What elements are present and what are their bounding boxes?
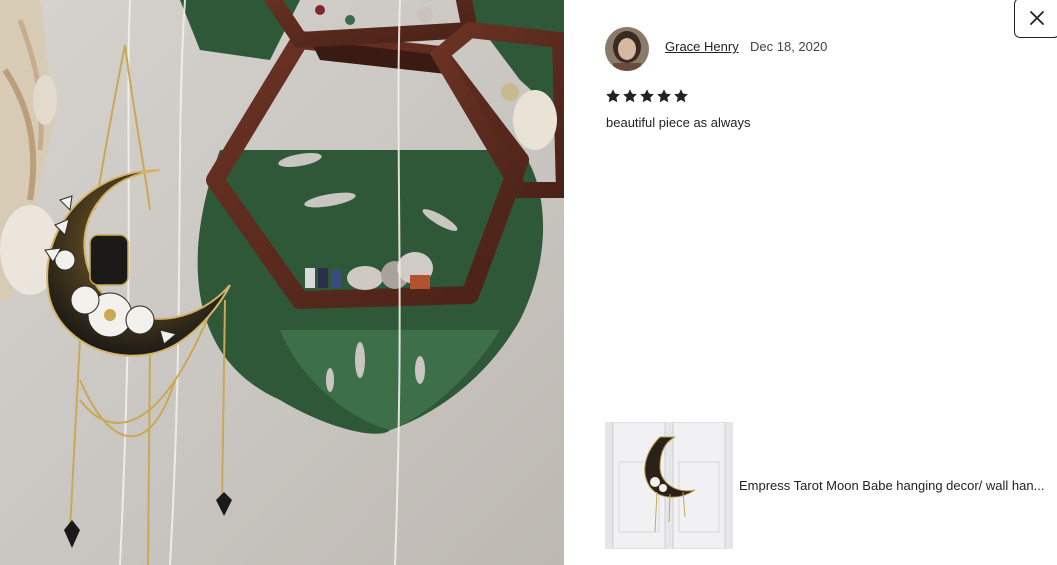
reviewer-avatar[interactable] — [605, 27, 649, 71]
close-button[interactable] — [1014, 0, 1057, 38]
close-icon — [1030, 11, 1044, 25]
star-rating — [605, 88, 689, 104]
item-title-link[interactable]: Empress Tarot Moon Babe hanging decor/ w… — [739, 478, 1055, 493]
review-text: beautiful piece as always — [606, 115, 751, 130]
star-icon — [640, 89, 654, 103]
star-icon — [606, 89, 620, 103]
review-date: Dec 18, 2020 — [750, 39, 828, 54]
reviewer-name-link[interactable]: Grace Henry — [665, 39, 739, 54]
star-icon — [674, 89, 688, 103]
star-icon — [657, 89, 671, 103]
star-icon — [623, 89, 637, 103]
review-photo — [0, 0, 564, 565]
item-thumbnail[interactable] — [605, 422, 733, 549]
